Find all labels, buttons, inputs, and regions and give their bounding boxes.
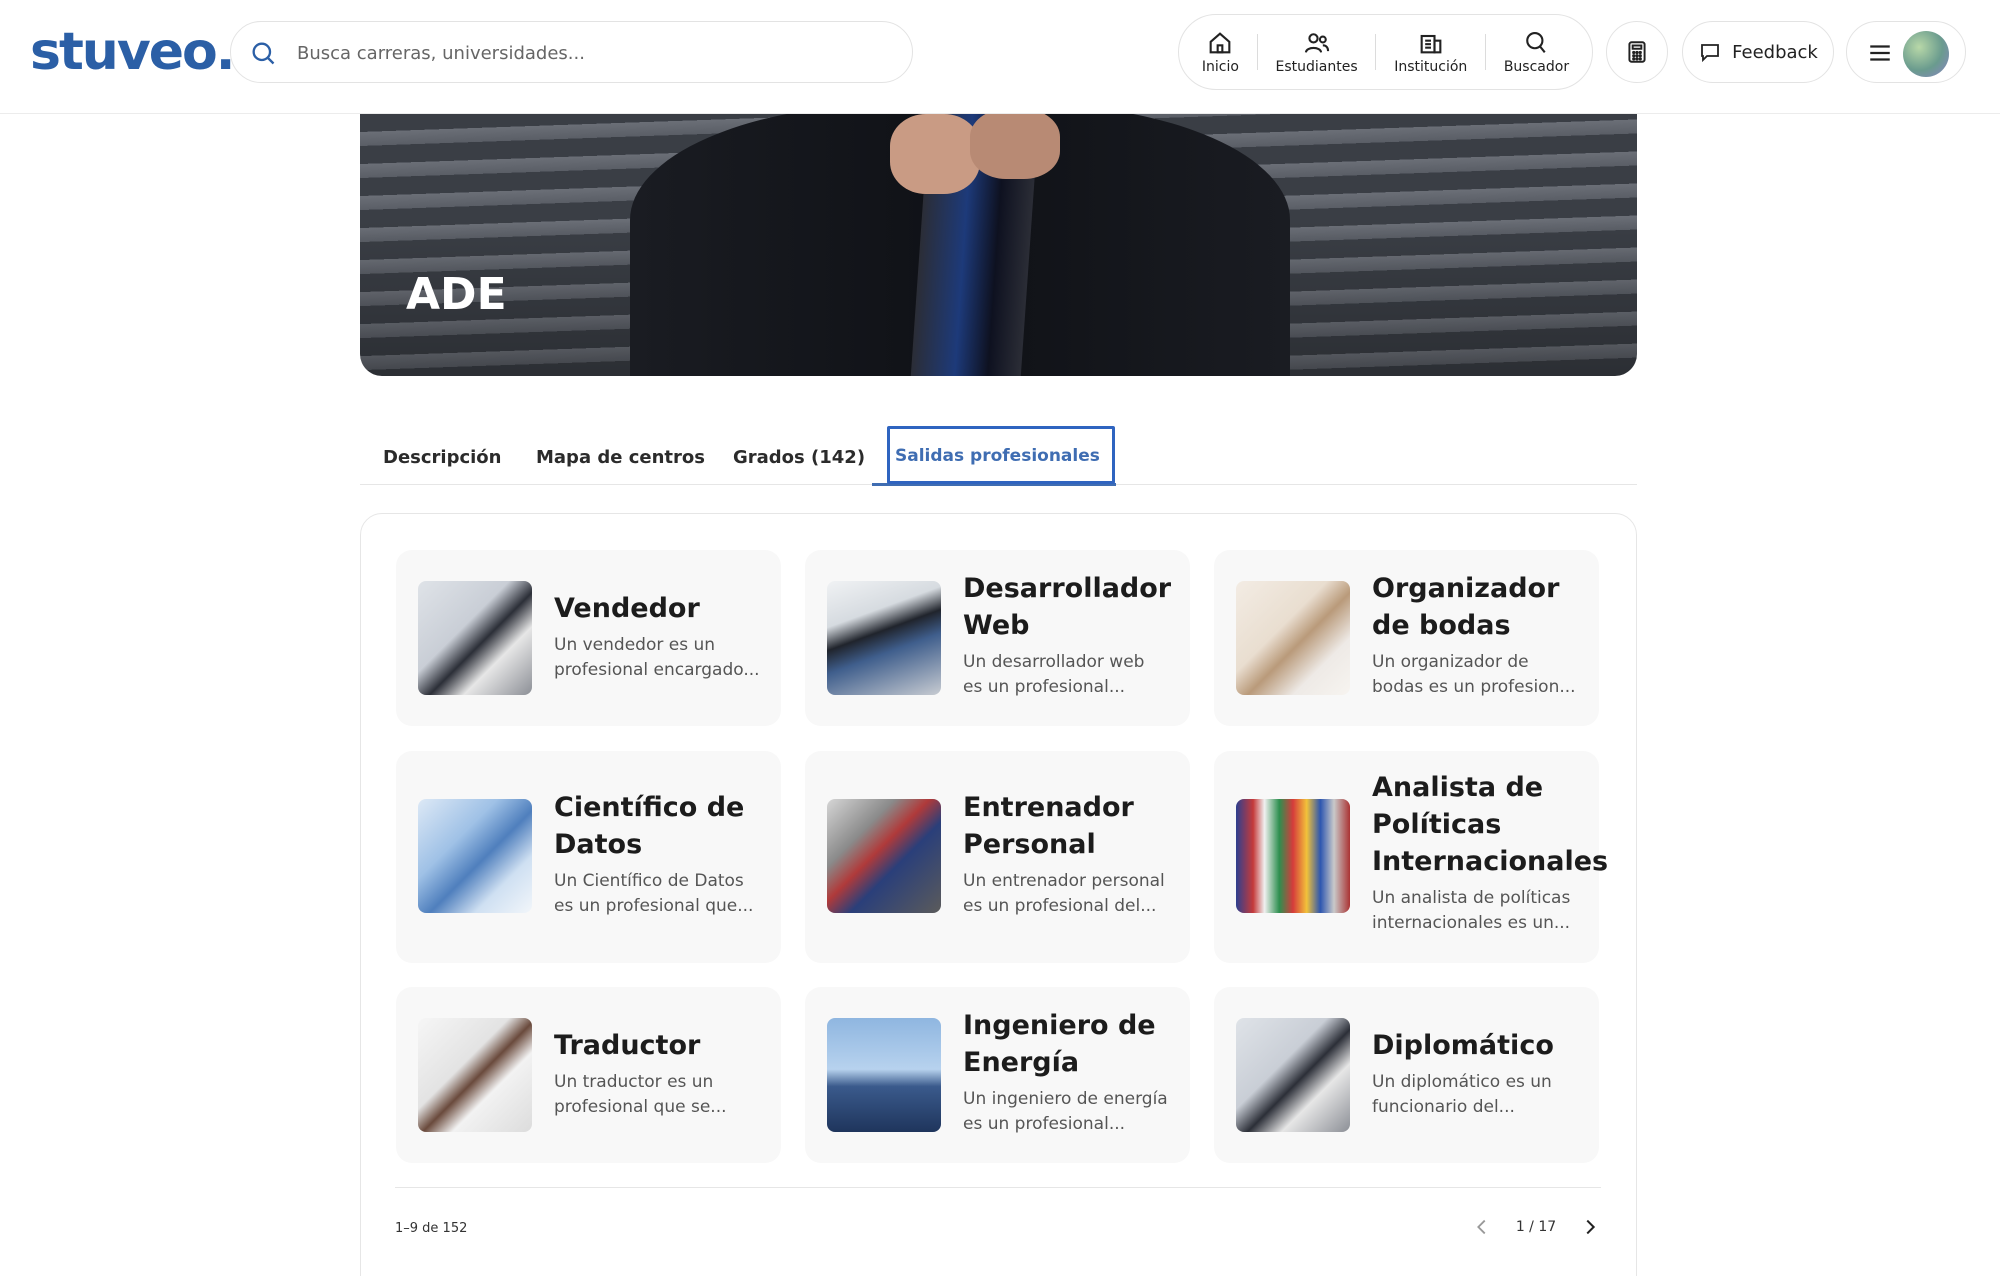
career-title: Diplomático bbox=[1372, 1030, 1554, 1061]
tab-mapa-de-centros[interactable]: Mapa de centros bbox=[536, 447, 705, 468]
career-card[interactable]: Científico de Datos Un Científico de Dat… bbox=[396, 751, 781, 963]
nav-estudiantes-label: Estudiantes bbox=[1275, 59, 1358, 75]
chat-bubble-icon bbox=[1701, 44, 1720, 63]
career-thumbnail bbox=[1236, 1018, 1350, 1132]
students-icon bbox=[1304, 33, 1329, 53]
hero-photo-hand bbox=[970, 114, 1060, 179]
nav-estudiantes[interactable]: Estudiantes bbox=[1268, 22, 1366, 82]
career-card[interactable]: Desarrollador Web Un desarrollador web es… bbox=[805, 550, 1190, 726]
tab-salidas-profesionales[interactable]: Salidas profesionales bbox=[895, 446, 1100, 466]
main-nav: Inicio Estudiantes Institución Buscador bbox=[1178, 14, 1593, 90]
feedback-label: Feedback bbox=[1732, 41, 1818, 63]
stuveo-logo[interactable]: stuveo. bbox=[30, 22, 235, 82]
career-description: Un ingeniero de energía es un profesional… bbox=[963, 1089, 1168, 1134]
career-card[interactable]: Traductor Un traductor es un profesional … bbox=[396, 987, 781, 1163]
home-icon bbox=[1210, 32, 1231, 54]
career-thumbnail bbox=[1236, 799, 1350, 913]
calculator-button[interactable] bbox=[1606, 21, 1668, 83]
tab-descripcion[interactable]: Descripción bbox=[383, 447, 502, 468]
hero-banner: ADE bbox=[360, 114, 1637, 376]
search-bar[interactable] bbox=[230, 21, 913, 83]
nav-divider bbox=[1375, 34, 1377, 70]
career-title: Vendedor bbox=[554, 593, 700, 624]
career-card[interactable]: Analista de Políticas Internacionales Un… bbox=[1214, 751, 1609, 963]
tab-bar: Descripción Mapa de centros Grados (142)… bbox=[360, 425, 1637, 486]
nav-institucion-label: Institución bbox=[1394, 59, 1468, 75]
career-description: Un organizador de bodas es un profesion..… bbox=[1372, 652, 1576, 697]
career-thumbnail bbox=[418, 799, 532, 913]
nav-buscador-label: Buscador bbox=[1503, 59, 1570, 75]
career-card[interactable]: Organizador de bodas Un organizador de bo… bbox=[1214, 550, 1599, 726]
career-thumbnail bbox=[827, 799, 941, 913]
hero-photo-hand bbox=[890, 114, 980, 194]
career-description: Un diplomático es un funcionario del... bbox=[1372, 1072, 1552, 1117]
pagination: 1 / 17 bbox=[1471, 1212, 1601, 1242]
career-title: Desarrollador Web bbox=[963, 573, 1172, 641]
chevron-right-icon[interactable] bbox=[1579, 1216, 1601, 1238]
nav-divider bbox=[1256, 34, 1258, 70]
career-description: Un analista de políticas internacionales … bbox=[1372, 888, 1571, 933]
search-input[interactable] bbox=[297, 34, 887, 72]
career-description: Un desarrollador web es un profesional... bbox=[963, 652, 1145, 697]
hamburger-menu-icon bbox=[1870, 45, 1890, 61]
feedback-button[interactable]: Feedback bbox=[1682, 21, 1834, 83]
institution-icon bbox=[1420, 34, 1442, 54]
nav-inicio-label: Inicio bbox=[1201, 59, 1239, 75]
career-card[interactable]: Diplomático Un diplomático es un funciona… bbox=[1214, 987, 1599, 1163]
results-count: 1–9 de 152 bbox=[395, 1221, 468, 1236]
page-title: ADE bbox=[406, 269, 507, 320]
career-title: Científico de Datos bbox=[554, 792, 745, 860]
career-thumbnail bbox=[827, 1018, 941, 1132]
careers-panel: Vendedor Un vendedor es un profesional en… bbox=[360, 513, 1637, 1276]
chevron-left-icon[interactable] bbox=[1471, 1216, 1493, 1238]
career-title: Organizador de bodas bbox=[1372, 573, 1560, 641]
nav-inicio[interactable]: Inicio bbox=[1194, 22, 1247, 82]
nav-institucion[interactable]: Institución bbox=[1386, 22, 1475, 82]
career-card[interactable]: Ingeniero de Energía Un ingeniero de ene… bbox=[805, 987, 1190, 1163]
career-title: Analista de Políticas Internacionales bbox=[1372, 772, 1609, 877]
career-card[interactable]: Entrenador Personal Un entrenador person… bbox=[805, 751, 1190, 963]
career-card[interactable]: Vendedor Un vendedor es un profesional en… bbox=[396, 550, 781, 726]
career-thumbnail bbox=[827, 581, 941, 695]
career-description: Un vendedor es un profesional encargado..… bbox=[554, 635, 760, 680]
user-menu-button[interactable] bbox=[1846, 21, 1966, 83]
calculator-icon bbox=[1628, 41, 1646, 63]
top-header: stuveo. Inicio Estudiantes Institución B… bbox=[0, 0, 2000, 114]
search-icon bbox=[1526, 32, 1547, 53]
career-thumbnail bbox=[418, 581, 532, 695]
career-title: Traductor bbox=[554, 1030, 701, 1061]
career-description: Un traductor es un profesional que se... bbox=[554, 1072, 727, 1117]
search-icon bbox=[252, 42, 275, 65]
nav-divider bbox=[1485, 34, 1487, 70]
career-description: Un Científico de Datos es un profesional … bbox=[554, 871, 754, 916]
career-title: Ingeniero de Energía bbox=[963, 1010, 1156, 1078]
panel-divider bbox=[395, 1187, 1601, 1188]
career-thumbnail bbox=[1236, 581, 1350, 695]
career-description: Un entrenador personal es un profesional … bbox=[963, 871, 1165, 916]
page-indicator: 1 / 17 bbox=[1515, 1219, 1557, 1235]
career-title: Entrenador Personal bbox=[963, 792, 1134, 860]
avatar bbox=[1903, 31, 1949, 77]
career-thumbnail bbox=[418, 1018, 532, 1132]
nav-buscador[interactable]: Buscador bbox=[1496, 22, 1577, 82]
tab-grados[interactable]: Grados (142) bbox=[733, 447, 865, 468]
